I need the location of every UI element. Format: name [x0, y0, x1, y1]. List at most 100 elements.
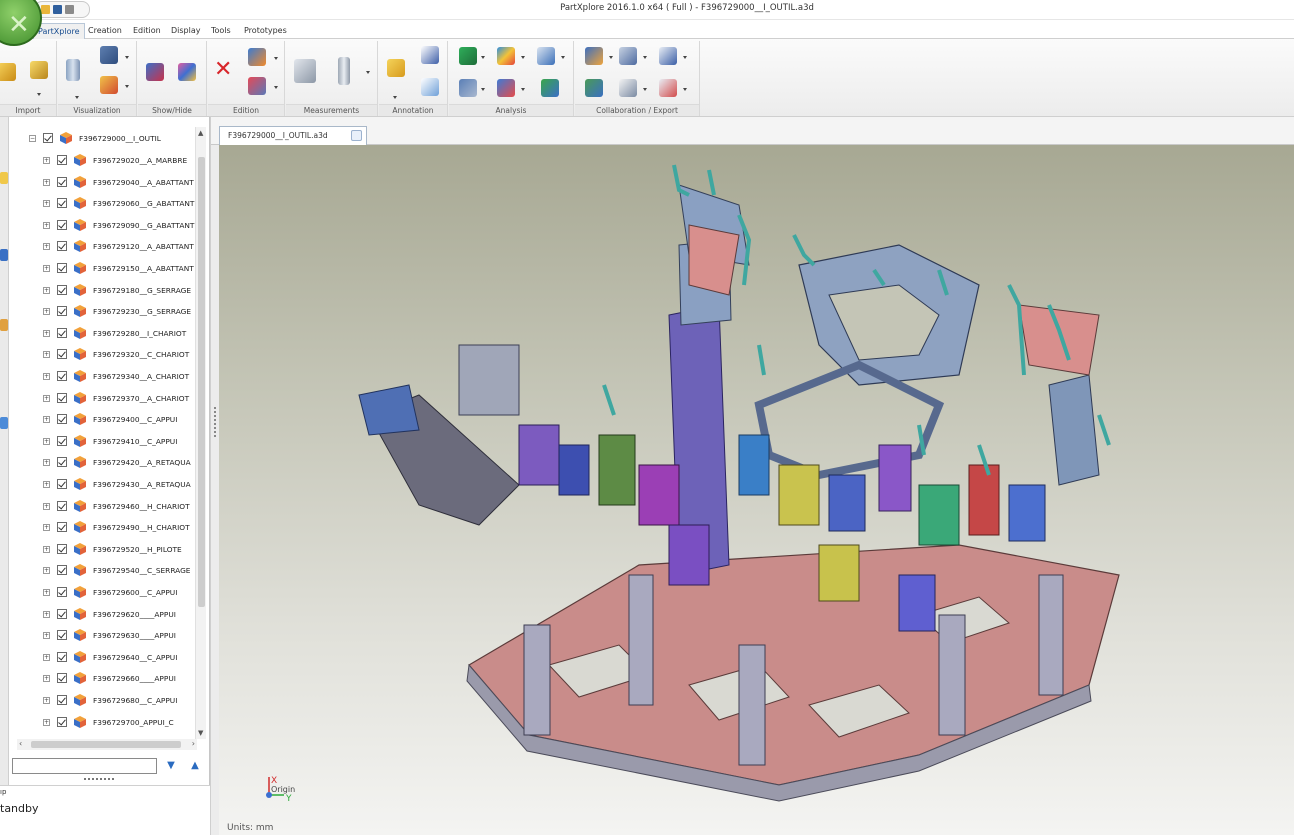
tree-item[interactable]: + F396729230__G_SERRAGE — [9, 302, 199, 322]
assembly-model[interactable]: X Y Origin — [219, 145, 1294, 835]
expand-toggle-icon[interactable]: + — [43, 243, 50, 251]
visibility-checkbox[interactable] — [57, 371, 67, 381]
expand-toggle-icon[interactable]: + — [43, 675, 50, 683]
expand-toggle-icon[interactable]: + — [43, 632, 50, 640]
tree-item[interactable]: + F396729090__G_ABATTANT — [9, 216, 199, 236]
tree-item[interactable]: + F396729660____APPUI — [9, 669, 199, 689]
tree-item[interactable]: + F396729280__I_CHARIOT — [9, 324, 199, 344]
tree-item[interactable]: + F396729680__C_APPUI — [9, 691, 199, 711]
tree-item[interactable]: + F396729180__G_SERRAGE — [9, 281, 199, 301]
visibility-checkbox[interactable] — [57, 219, 67, 230]
expand-toggle-icon[interactable]: + — [43, 416, 50, 424]
export-3d-icon[interactable] — [619, 47, 637, 65]
tree-item[interactable]: + F396729540__C_SERRAGE — [9, 561, 199, 581]
hide-icon[interactable] — [178, 63, 196, 81]
3d-viewport[interactable]: X Y Origin Units: mm — [219, 145, 1294, 835]
delete-icon[interactable]: ✕ — [214, 59, 234, 81]
tree-item[interactable]: + F396729400__C_APPUI — [9, 410, 199, 430]
cylinder-icon[interactable] — [66, 59, 80, 81]
expand-toggle-icon[interactable]: − — [29, 135, 36, 142]
visibility-checkbox[interactable] — [57, 155, 67, 165]
expand-toggle-icon[interactable]: + — [43, 567, 50, 575]
note-icon[interactable] — [387, 59, 405, 77]
import-folder-icon[interactable] — [30, 61, 48, 79]
expand-toggle-icon[interactable]: + — [43, 459, 50, 467]
search-down-icon[interactable]: ▼ — [165, 760, 177, 772]
visibility-checkbox[interactable] — [57, 349, 67, 360]
tab-prototypes[interactable]: Prototypes — [240, 23, 291, 39]
tree-scroll-thumb[interactable] — [198, 157, 205, 607]
visibility-checkbox[interactable] — [57, 414, 67, 425]
image-export-icon[interactable] — [659, 79, 677, 97]
analysis-compare-icon[interactable] — [459, 79, 477, 97]
expand-toggle-icon[interactable]: + — [43, 178, 50, 186]
analysis-curve-icon[interactable] — [459, 47, 477, 65]
folder-icon[interactable] — [0, 172, 8, 184]
visibility-checkbox[interactable] — [57, 284, 67, 295]
visibility-checkbox[interactable] — [57, 543, 67, 554]
expand-toggle-icon[interactable]: + — [43, 697, 50, 704]
visibility-checkbox[interactable] — [57, 457, 67, 468]
section-icon[interactable] — [248, 77, 266, 95]
visibility-checkbox[interactable] — [57, 673, 67, 684]
tree-item[interactable]: + F396729630____APPUI — [9, 626, 199, 646]
analysis-thickness-icon[interactable] — [497, 79, 515, 97]
visibility-checkbox[interactable] — [57, 241, 67, 252]
visibility-checkbox[interactable] — [57, 500, 67, 511]
expand-toggle-icon[interactable]: + — [43, 394, 50, 402]
pdf-export-icon[interactable] — [619, 79, 637, 97]
tree-item[interactable]: + F396729410__C_APPUI — [9, 432, 199, 452]
tree-hscroll-thumb[interactable] — [31, 741, 181, 748]
tree-item[interactable]: + F396729040__A_ABATTANT — [9, 173, 199, 193]
analysis-info-icon[interactable] — [537, 47, 555, 65]
visibility-checkbox[interactable] — [57, 695, 67, 705]
tree-item[interactable]: + F396729700_APPUI_C — [9, 713, 199, 733]
dimension-icon[interactable] — [421, 46, 439, 64]
visibility-checkbox[interactable] — [57, 587, 67, 597]
expand-toggle-icon[interactable]: + — [43, 373, 50, 380]
tree-item[interactable]: + F396729490__H_CHARIOT — [9, 518, 199, 538]
tree-item[interactable]: + F396729020__A_MARBRE — [9, 151, 199, 171]
tree-item[interactable]: + F396729340__A_CHARIOT — [9, 367, 199, 387]
tree-root-item[interactable]: − F396729000__I_OUTIL — [9, 129, 199, 149]
report-icon[interactable] — [585, 79, 603, 97]
panel-splitter-grip[interactable] — [84, 778, 114, 781]
splitter-grip[interactable] — [214, 407, 217, 437]
expand-toggle-icon[interactable]: + — [43, 437, 50, 445]
analysis-color-icon[interactable] — [497, 47, 515, 65]
tab-edition[interactable]: Edition — [129, 23, 165, 39]
expand-toggle-icon[interactable]: + — [43, 351, 50, 359]
export-file-icon[interactable] — [659, 47, 677, 65]
text-annotation-icon[interactable] — [421, 78, 439, 96]
tree-horizontal-scrollbar[interactable]: ‹ › — [17, 739, 197, 750]
visibility-checkbox[interactable] — [57, 479, 67, 489]
visibility-checkbox[interactable] — [57, 651, 67, 662]
expand-toggle-icon[interactable]: + — [43, 157, 50, 164]
import-icon[interactable] — [0, 63, 16, 81]
tree-item[interactable]: + F396729640__C_APPUI — [9, 648, 199, 668]
document-tab[interactable]: F396729000__I_OUTIL.a3d — [219, 126, 367, 145]
tree-item[interactable]: + F396729520__H_PILOTE — [9, 540, 199, 560]
expand-toggle-icon[interactable]: + — [43, 502, 50, 510]
vertical-splitter[interactable] — [210, 117, 219, 835]
probe-icon[interactable] — [338, 57, 350, 85]
visibility-checkbox[interactable] — [57, 630, 67, 641]
visibility-checkbox[interactable] — [57, 176, 67, 187]
visibility-checkbox[interactable] — [57, 565, 67, 576]
measure-icon[interactable] — [294, 59, 316, 83]
visibility-checkbox[interactable] — [43, 133, 53, 143]
visibility-checkbox[interactable] — [57, 608, 67, 619]
tree-item[interactable]: + F396729430__A_RETAQUA — [9, 475, 199, 495]
tree-item[interactable]: + F396729120__A_ABATTANT — [9, 237, 199, 257]
search-up-icon[interactable]: ▲ — [189, 760, 201, 772]
share-icon[interactable] — [585, 47, 603, 65]
tree-item[interactable]: + F396729600__C_APPUI — [9, 583, 199, 603]
visibility-checkbox[interactable] — [57, 392, 67, 403]
expand-toggle-icon[interactable]: + — [43, 481, 50, 488]
expand-toggle-icon[interactable]: + — [43, 524, 50, 532]
visibility-checkbox[interactable] — [57, 306, 67, 317]
visibility-checkbox[interactable] — [57, 327, 67, 338]
expand-toggle-icon[interactable]: + — [43, 308, 50, 316]
expand-toggle-icon[interactable]: + — [43, 610, 50, 618]
tree-item[interactable]: + F396729620____APPUI — [9, 605, 199, 625]
